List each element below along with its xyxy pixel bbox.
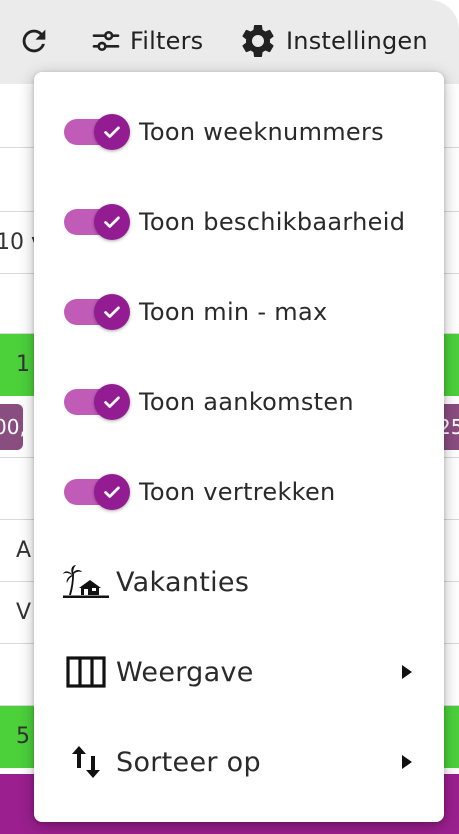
toggle-thumb: [94, 204, 130, 240]
settings-label: Instellingen: [286, 27, 428, 55]
tune-icon: [92, 31, 120, 51]
caret-right-icon: [402, 665, 412, 679]
toggle-thumb: [94, 294, 130, 330]
check-icon: [104, 306, 120, 318]
price-chip[interactable]: 00,: [0, 404, 26, 450]
refresh-icon: [22, 29, 46, 53]
vacations-label: Vakanties: [116, 566, 250, 598]
toggle-label: Toon weeknummers: [139, 118, 384, 146]
toggle-switch[interactable]: [64, 474, 134, 510]
gear-icon: [242, 24, 274, 57]
departures-label: V: [16, 600, 32, 625]
check-icon: [104, 126, 120, 138]
toggle-availability[interactable]: Toon beschikbaarheid: [34, 177, 444, 267]
beach-house-icon: [63, 562, 109, 602]
toggle-switch[interactable]: [64, 204, 134, 240]
toggle-label: Toon beschikbaarheid: [139, 208, 406, 236]
toggle-week-numbers[interactable]: Toon weeknummers: [34, 87, 444, 177]
toggle-switch[interactable]: [64, 114, 134, 150]
toggle-thumb: [94, 114, 130, 150]
menu-item-vacations[interactable]: Vakanties: [34, 537, 444, 627]
check-icon: [104, 396, 120, 408]
toggle-switch[interactable]: [64, 384, 134, 420]
toggle-label: Toon aankomsten: [139, 388, 354, 416]
columns-icon: [63, 652, 109, 692]
sort-arrows-icon: [63, 742, 109, 782]
toggle-min-max[interactable]: Toon min - max: [34, 267, 444, 357]
sort-label: Sorteer op: [116, 746, 261, 778]
check-icon: [104, 486, 120, 498]
view-label: Weergave: [116, 656, 254, 688]
toggle-switch[interactable]: [64, 294, 134, 330]
filters-button[interactable]: Filters: [90, 18, 203, 64]
toggle-label: Toon min - max: [139, 298, 328, 326]
menu-item-sort[interactable]: Sorteer op: [34, 717, 444, 807]
arrivals-label: A: [16, 538, 32, 563]
toggle-label: Toon vertrekken: [139, 478, 336, 506]
refresh-button[interactable]: [14, 18, 54, 64]
filters-label: Filters: [130, 27, 204, 55]
toggle-thumb: [94, 474, 130, 510]
check-icon: [104, 216, 120, 228]
toggle-arrivals[interactable]: Toon aankomsten: [34, 357, 444, 447]
caret-right-icon: [402, 755, 412, 769]
toggle-departures[interactable]: Toon vertrekken: [34, 447, 444, 537]
availability-value: 1: [16, 352, 30, 377]
settings-menu: Toon weeknummers Toon beschikbaarheid To…: [34, 72, 444, 822]
settings-button[interactable]: Instellingen: [238, 18, 428, 64]
availability-value: 5: [16, 724, 30, 749]
menu-item-view[interactable]: Weergave: [34, 627, 444, 717]
toggle-thumb: [94, 384, 130, 420]
